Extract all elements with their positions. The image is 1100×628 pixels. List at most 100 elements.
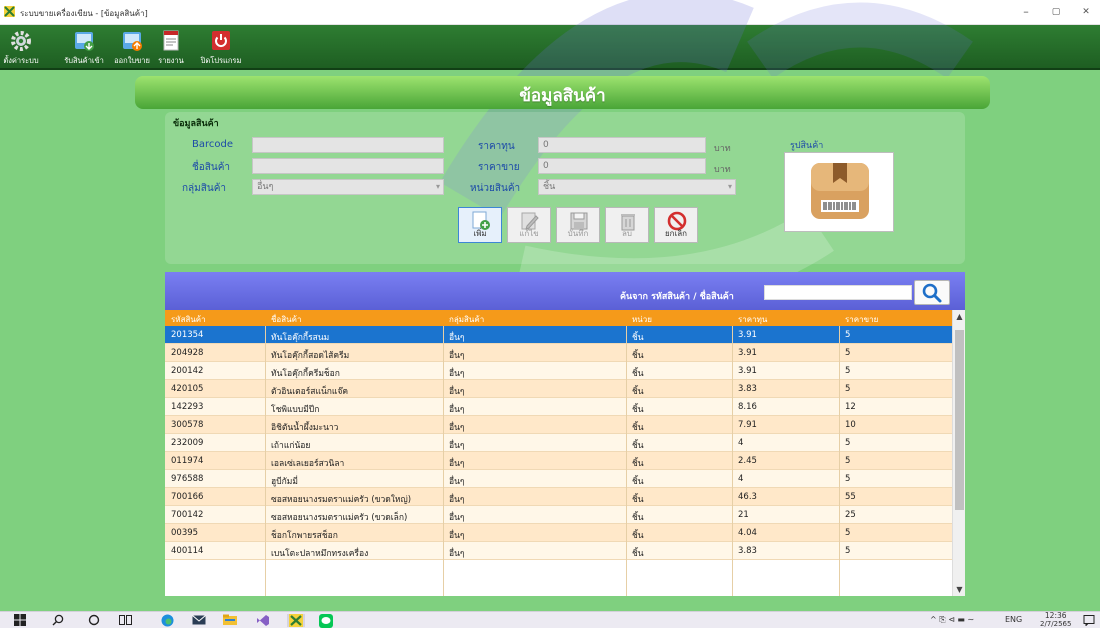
minimize-button[interactable]: –: [1016, 4, 1036, 20]
cancel-button[interactable]: ยกเลิก: [654, 207, 698, 243]
sale-price-field[interactable]: 0: [538, 158, 706, 174]
cell-name: ทันโอคุ๊กกี้สอดไส้ครีม: [271, 351, 350, 361]
save-button-label: บันทึก: [567, 229, 589, 238]
cell-group: อื่นๆ: [449, 495, 465, 505]
cell-name: ซอสหอยนางรมตราแม่ครัว (ขวดใหญ่): [271, 495, 412, 505]
cell-cost: 4: [738, 438, 744, 448]
save-button[interactable]: บันทึก: [556, 207, 600, 243]
product-group-select[interactable]: อื่นๆ ▾: [252, 179, 444, 195]
cell-unit: ชิ้น: [632, 387, 644, 397]
add-button[interactable]: เพิ่ม: [458, 207, 502, 243]
language-indicator[interactable]: ENG: [1005, 615, 1022, 624]
power-icon: [212, 31, 230, 50]
product-photo[interactable]: [784, 152, 894, 232]
cost-price-field[interactable]: 0: [538, 137, 706, 153]
pos-app-taskbar-icon[interactable]: [287, 614, 305, 627]
table-row[interactable]: 204928 ทันโอคุ๊กกี้สอดไส้ครีม อื่นๆ ชิ้น 3.9…: [165, 344, 952, 362]
column-header-unit[interactable]: หน่วย: [632, 313, 652, 326]
edge-browser-icon[interactable]: [159, 614, 175, 627]
cell-name: อิชิตันน้ำผึ้งมะนาว: [271, 423, 339, 433]
column-header-name[interactable]: ชื่อสินค้า: [271, 313, 301, 326]
windows-start-icon[interactable]: [12, 614, 28, 627]
cell-price: 5: [845, 456, 851, 466]
product-name-field[interactable]: [252, 158, 444, 174]
cell-cost: 2.45: [738, 456, 757, 466]
cell-unit: ชิ้น: [632, 351, 644, 361]
search-input[interactable]: [764, 285, 912, 300]
table-row[interactable]: 232009 เถ้าแก่น้อย อื่นๆ ชิ้น 4 5: [165, 434, 952, 452]
cell-cost: 7.91: [738, 420, 757, 430]
unit-select[interactable]: ชิ้น ▾: [538, 179, 736, 195]
cell-cost: 3.91: [738, 348, 757, 358]
windows-taskbar: ^ ⎘ ⊲ ▬ ∼ ENG 12:36 2/7/2565: [0, 611, 1100, 628]
toolbar-settings-button[interactable]: ตั้งค่าระบบ: [2, 29, 40, 67]
table-row[interactable]: 700166 ซอสหอยนางรมตราแม่ครัว (ขวดใหญ่) อื่…: [165, 488, 952, 506]
product-group-value: อื่นๆ: [257, 182, 274, 192]
toolbar-label: รายงาน: [158, 56, 184, 65]
maximize-button[interactable]: ▢: [1046, 4, 1066, 20]
table-row[interactable]: 201354 ทันโอคุ๊กกี้รสนม อื่นๆ ชิ้น 3.91 5: [165, 326, 952, 344]
scrollbar-thumb[interactable]: [955, 330, 964, 510]
search-button[interactable]: [914, 280, 950, 305]
line-app-icon[interactable]: [318, 614, 334, 628]
scroll-down-icon[interactable]: ▼: [953, 585, 965, 594]
barcode-label: Barcode: [192, 139, 233, 150]
form-section-label: ข้อมูลสินค้า: [173, 119, 219, 129]
edit-button[interactable]: แก้ไข: [507, 207, 551, 243]
table-row[interactable]: 420105 ตัวอินเตอร์สแน็กแจ๊ค อื่นๆ ชิ้น 3.83 5: [165, 380, 952, 398]
receive-goods-icon: [75, 32, 94, 51]
cell-name: เอลเซ่เลเยอร์สวนิลา: [271, 459, 345, 469]
table-row[interactable]: 200142 ทันโอคุ๊กกี้ครีมช็อก อื่นๆ ชิ้น 3.91 5: [165, 362, 952, 380]
cell-price: 5: [845, 348, 851, 358]
scroll-up-icon[interactable]: ▲: [953, 312, 965, 321]
table-row[interactable]: 00395 ช็อกโกพายรสช็อก อื่นๆ ชิ้น 4.04 5: [165, 524, 952, 542]
product-photo-label: รูปสินค้า: [790, 141, 824, 151]
notification-icon[interactable]: [1082, 614, 1096, 627]
cell-code: 011974: [171, 456, 204, 466]
cell-price: 55: [845, 492, 856, 502]
toolbar-exit-button[interactable]: ปิดโปรแกรม: [198, 29, 244, 67]
sale-price-unit: บาท: [714, 165, 731, 175]
table-row[interactable]: 011974 เอลเซ่เลเยอร์สวนิลา อื่นๆ ชิ้น 2.45 5: [165, 452, 952, 470]
cell-group: อื่นๆ: [449, 387, 465, 397]
close-button[interactable]: ✕: [1076, 4, 1096, 20]
barcode-field[interactable]: [252, 137, 444, 153]
chevron-down-icon: ▾: [727, 182, 732, 191]
table-row[interactable]: 400114 เบนโตะปลาหมึกทรงเครื่อง อื่นๆ ชิ้น 3.…: [165, 542, 952, 560]
column-header-group[interactable]: กลุ่มสินค้า: [449, 313, 484, 326]
system-tray-icons[interactable]: ^ ⎘ ⊲ ▬ ∼: [930, 615, 974, 625]
file-explorer-icon[interactable]: [222, 614, 238, 627]
task-view-icon[interactable]: [117, 614, 133, 627]
column-header-code[interactable]: รหัสสินค้า: [171, 313, 206, 326]
clock-date: 2/7/2565: [1040, 620, 1072, 628]
mail-icon[interactable]: [191, 614, 207, 627]
toolbar-label: รับสินค้าเข้า: [64, 56, 104, 65]
table-scrollbar[interactable]: ▲ ▼: [952, 310, 965, 596]
cell-code: 00395: [171, 528, 199, 538]
cell-cost: 3.83: [738, 384, 757, 394]
cortana-icon[interactable]: [86, 614, 102, 627]
unit-value: ชิ้น: [543, 182, 556, 192]
table-row[interactable]: 700142 ซอสหอยนางรมตราแม่ครัว (ขวดเล็ก) อื่…: [165, 506, 952, 524]
table-row[interactable]: 142293 โชพิแบบมีปีก อื่นๆ ชิ้น 8.16 12: [165, 398, 952, 416]
product-group-label: กลุ่มสินค้า: [182, 183, 227, 194]
table-row[interactable]: 300578 อิชิตันน้ำผึ้งมะนาว อื่นๆ ชิ้น 7.91 10: [165, 416, 952, 434]
visual-studio-icon[interactable]: [255, 614, 271, 627]
table-row[interactable]: 976588 ฮูบีกัมมี่ อื่นๆ ชิ้น 4 5: [165, 470, 952, 488]
column-header-price[interactable]: ราคาขาย: [845, 313, 878, 326]
cell-unit: ชิ้น: [632, 549, 644, 559]
toolbar-receive-goods-button[interactable]: รับสินค้าเข้า: [60, 29, 108, 67]
application-window: ระบบขายเครื่องเขียน - [ข้อมูลสินค้า] – ▢…: [0, 0, 1100, 628]
page-title: ข้อมูลสินค้า: [519, 86, 606, 106]
clock[interactable]: 12:36 2/7/2565: [1040, 612, 1071, 628]
table-header: รหัสสินค้า ชื่อสินค้า กลุ่มสินค้า หน่วย …: [165, 310, 952, 326]
toolbar-report-button[interactable]: รายงาน: [155, 29, 187, 67]
toolbar-invoice-button[interactable]: ออกใบขาย: [114, 29, 150, 67]
delete-button[interactable]: ลบ: [605, 207, 649, 243]
cell-group: อื่นๆ: [449, 549, 465, 559]
search-label: ค้นจาก รหัสสินค้า / ชื่อสินค้า: [620, 292, 734, 302]
cell-unit: ชิ้น: [632, 423, 644, 433]
column-header-cost[interactable]: ราคาทุน: [738, 313, 767, 326]
taskbar-search-icon[interactable]: [50, 614, 66, 627]
cell-code: 420105: [171, 384, 204, 394]
